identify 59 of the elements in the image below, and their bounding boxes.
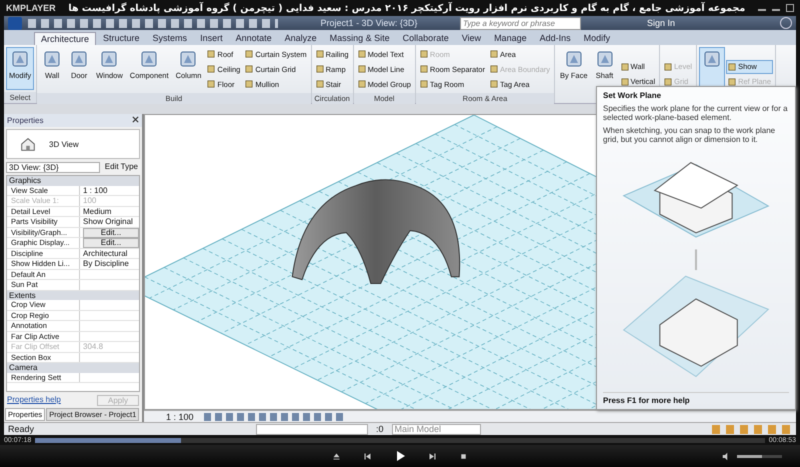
tooltip-text: When sketching, you can snap to the work plane grid, but you cannot align or dimension to it. bbox=[603, 126, 776, 144]
ribbon-tab[interactable]: Modify bbox=[578, 32, 616, 45]
next-icon[interactable] bbox=[428, 452, 437, 460]
count-text: :0 bbox=[376, 424, 384, 434]
tooltip-title: Set Work Plane bbox=[603, 91, 662, 100]
help-icon[interactable] bbox=[780, 17, 792, 29]
property-value: Show Original bbox=[79, 217, 139, 226]
tool-icon bbox=[69, 49, 90, 69]
status-text: Ready bbox=[8, 424, 36, 434]
ribbon-tab[interactable]: Systems bbox=[146, 32, 194, 45]
ribbon-tab[interactable]: Insert bbox=[194, 32, 229, 45]
group-header: Graphics bbox=[7, 176, 139, 186]
tool-icon bbox=[99, 49, 120, 69]
tool-icon bbox=[702, 49, 722, 69]
edit-button[interactable]: Edit... bbox=[83, 228, 139, 238]
video-title: مجموعه آموزشی جامع ، گام به گام و کاربردی نرم افزار رویت آرکیتکچر ۲۰۱۶ مدرس : سعید فدایی ( تیچرمن ) گروه آموزشی پادشاه گرافیست ها bbox=[67, 2, 746, 14]
tool-icon bbox=[178, 49, 198, 69]
player-logo: KMPLAYER bbox=[6, 3, 56, 13]
tool-icon bbox=[139, 49, 160, 69]
play-icon[interactable] bbox=[394, 450, 406, 462]
tool-icon bbox=[42, 49, 62, 69]
scale-label[interactable]: 1 : 100 bbox=[166, 412, 194, 422]
edit-button[interactable]: Edit... bbox=[83, 238, 139, 248]
property-value: Architectural bbox=[79, 248, 139, 258]
tooltip-footer: Press F1 for more help bbox=[603, 392, 789, 405]
ribbon-tab[interactable]: Architecture bbox=[34, 32, 96, 45]
house-icon bbox=[19, 135, 37, 153]
tool-icon bbox=[564, 49, 584, 69]
ribbon-tab[interactable]: Massing & Site bbox=[324, 32, 396, 45]
model-dropdown[interactable]: Main Model bbox=[392, 424, 481, 434]
ribbon-tab[interactable]: Analyze bbox=[278, 32, 323, 45]
window-title: Project1 - 3D View: {3D} bbox=[320, 18, 418, 28]
ribbon-tab[interactable]: Annotate bbox=[230, 32, 278, 45]
edit-type-button[interactable]: Edit Type bbox=[102, 162, 140, 173]
tool-icon bbox=[10, 49, 30, 69]
property-value: 100 bbox=[79, 196, 139, 206]
eject-icon[interactable] bbox=[332, 452, 341, 460]
stop-icon[interactable] bbox=[459, 452, 468, 460]
ribbon-tab[interactable]: Add-Ins bbox=[534, 32, 577, 45]
previous-icon[interactable] bbox=[363, 452, 372, 460]
property-value: 1 : 100 bbox=[79, 186, 139, 195]
properties-help-link[interactable]: Properties help bbox=[7, 395, 61, 406]
view-dropdown[interactable]: 3D View: {3D} bbox=[6, 162, 100, 173]
tooltip-text: Specifies the work plane for the current view or for a selected work-plane-based element. bbox=[603, 104, 789, 122]
property-value: Medium bbox=[79, 206, 139, 216]
palette-title: Properties bbox=[7, 116, 44, 125]
type-name: 3D View bbox=[49, 140, 79, 148]
ribbon-tab[interactable]: Structure bbox=[97, 32, 146, 45]
group-header: Camera bbox=[7, 363, 139, 372]
ribbon-tab[interactable]: View bbox=[456, 32, 488, 45]
property-value: By Discipline bbox=[79, 259, 139, 268]
property-value: 304.8 bbox=[79, 342, 139, 352]
volume-slider[interactable] bbox=[737, 454, 782, 458]
search-field[interactable]: Type a keyword or phrase bbox=[460, 16, 581, 30]
ribbon-tab[interactable]: Collaborate bbox=[396, 32, 455, 45]
seek-bar[interactable] bbox=[35, 438, 765, 442]
ribbon-tab[interactable]: Manage bbox=[488, 32, 533, 45]
tool-icon bbox=[594, 49, 615, 69]
sign-in-link[interactable]: Sign In bbox=[647, 18, 676, 28]
